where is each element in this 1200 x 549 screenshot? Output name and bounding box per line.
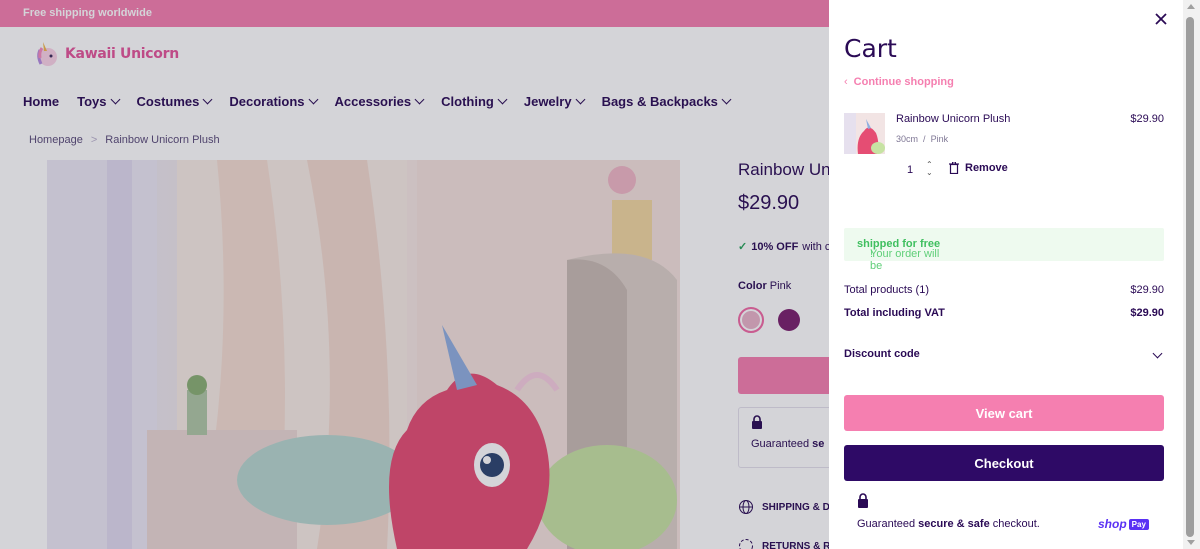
secure-bold: secure & safe	[918, 518, 990, 530]
cart-item-size: 30cm	[896, 134, 919, 144]
remove-item-button[interactable]: Remove	[949, 162, 1008, 174]
cart-item-name[interactable]: Rainbow Unicorn Plush	[896, 113, 1010, 125]
total-products-row: Total products (1) $29.90	[844, 284, 1164, 296]
page-overlay[interactable]	[0, 0, 829, 549]
secure-checkout-text: Guaranteed secure & safe checkout.	[857, 518, 1040, 530]
shipping-msg-prefix: Your order will be	[870, 248, 940, 272]
view-cart-button[interactable]: View cart	[844, 395, 1164, 431]
total-vat-label: Total including VAT	[844, 307, 945, 319]
cart-item-thumbnail[interactable]	[844, 113, 885, 154]
scroll-up-icon[interactable]	[1187, 4, 1195, 9]
scrollbar-thumb[interactable]	[1186, 17, 1194, 537]
secure-prefix: Guaranteed	[857, 518, 919, 530]
cart-item-price: $29.90	[1130, 113, 1164, 125]
quantity-value[interactable]: 1	[907, 164, 913, 176]
checkout-button[interactable]: Checkout	[844, 445, 1164, 481]
variant-separator: /	[923, 134, 926, 144]
trash-icon	[949, 162, 959, 174]
lock-icon	[858, 493, 868, 508]
free-shipping-message: Your order will be shipped for free!	[857, 238, 940, 272]
shoppay-pay: Pay	[1128, 518, 1149, 530]
scroll-down-icon[interactable]	[1187, 540, 1195, 545]
chevron-down-icon[interactable]: ⌄	[926, 169, 933, 177]
remove-label: Remove	[965, 162, 1008, 174]
shoppay-shop: shop	[1098, 517, 1127, 531]
continue-shopping-label: Continue shopping	[853, 76, 954, 88]
total-products-value: $29.90	[1130, 284, 1164, 296]
total-products-label: Total products (1)	[844, 284, 929, 296]
discount-code-toggle[interactable]: Discount code	[844, 348, 1164, 360]
quantity-stepper[interactable]: ⌃ ⌄	[926, 161, 933, 177]
cart-item-variant: 30cm / Pink	[896, 134, 948, 144]
secure-suffix: checkout.	[989, 518, 1040, 530]
cart-item-color: Pink	[930, 134, 949, 144]
shop-pay-logo: shop Pay	[1098, 517, 1149, 531]
shipping-msg-suffix: !	[870, 248, 874, 260]
continue-shopping-link[interactable]: ‹ Continue shopping	[844, 76, 954, 88]
total-vat-row: Total including VAT $29.90	[844, 307, 1164, 319]
chevron-left-icon: ‹	[844, 76, 848, 88]
cart-title: Cart	[844, 34, 897, 63]
discount-code-label: Discount code	[844, 348, 920, 360]
close-icon[interactable]	[1154, 12, 1168, 26]
chevron-down-icon	[1152, 348, 1163, 359]
total-vat-value: $29.90	[1130, 307, 1164, 319]
free-shipping-banner: Your order will be shipped for free!	[844, 228, 1164, 272]
